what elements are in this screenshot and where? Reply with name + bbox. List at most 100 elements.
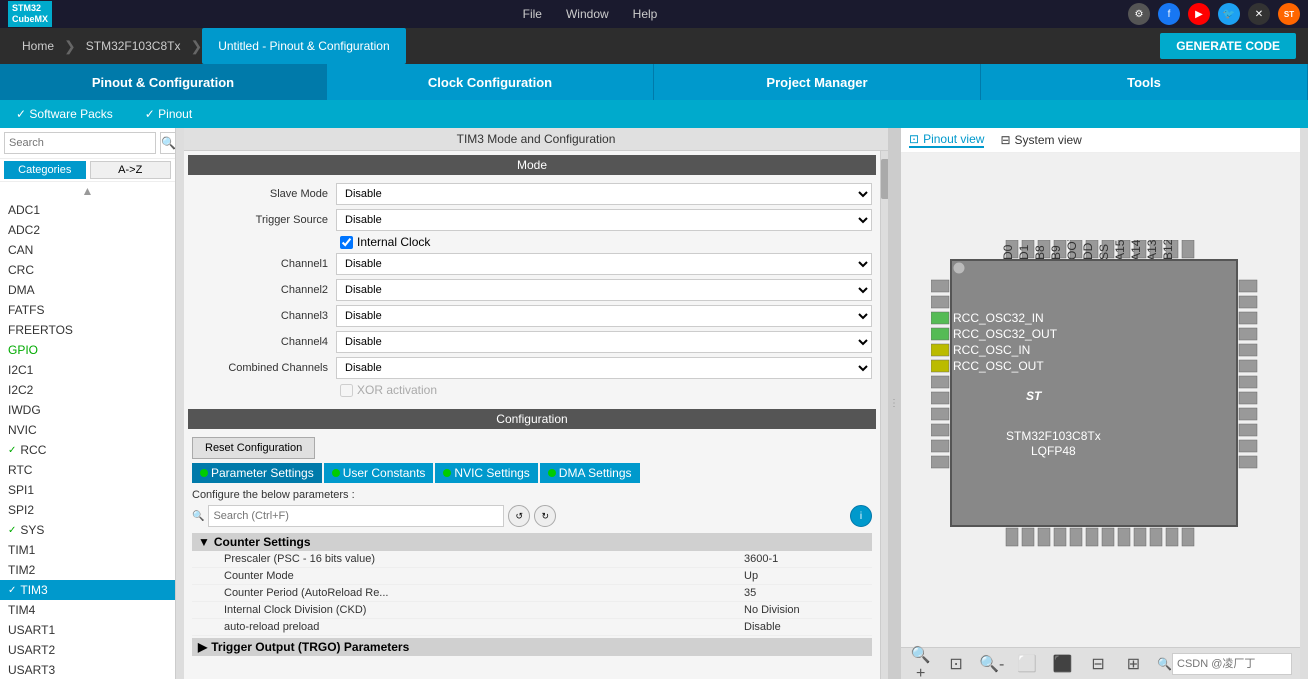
sidebar-item-usart1[interactable]: USART1 [0,620,175,640]
toolbar-search-input[interactable] [1172,653,1292,675]
reset-search-btn2[interactable]: ↻ [534,505,556,527]
sidebar-divider[interactable] [176,128,184,679]
sidebar-item-adc1[interactable]: ADC1 [0,200,175,220]
tab-tools[interactable]: Tools [981,64,1308,100]
sidebar-item-dma[interactable]: DMA [0,280,175,300]
breadcrumb-chip[interactable]: STM32F103C8Tx [76,28,191,64]
settings-icon[interactable]: ⚙ [1128,3,1150,25]
params-search-input[interactable] [208,505,504,527]
sidebar-item-tim3[interactable]: ✓TIM3 [0,580,175,600]
breadcrumb-project[interactable]: Untitled - Pinout & Configuration [202,28,405,64]
sidebar-item-gpio[interactable]: GPIO [0,340,175,360]
counter-header-label: Counter Settings [214,535,311,549]
sidebar-item-adc2[interactable]: ADC2 [0,220,175,240]
sidebar-item-usart2[interactable]: USART2 [0,640,175,660]
sidebar-item-fatfs[interactable]: FATFS [0,300,175,320]
facebook-icon[interactable]: f [1158,3,1180,25]
tab-pinout-view[interactable]: ⊡ Pinout view [909,132,984,148]
reset-config-button[interactable]: Reset Configuration [192,437,315,459]
sidebar-item-tim2[interactable]: TIM2 [0,560,175,580]
main-tab-bar: Pinout & Configuration Clock Configurati… [0,64,1308,100]
search-button[interactable]: 🔍 [160,132,176,154]
user-constants-dot [332,469,340,477]
tab-project[interactable]: Project Manager [654,64,981,100]
search-input[interactable] [4,132,156,154]
sidebar-item-rtc[interactable]: RTC [0,460,175,480]
tab-pinout[interactable]: Pinout & Configuration [0,64,327,100]
youtube-icon[interactable]: ▶ [1188,3,1210,25]
layer2-button[interactable]: ⬛ [1051,652,1074,676]
channel4-select[interactable]: Disable [336,331,872,353]
tab-parameter-settings[interactable]: Parameter Settings [192,463,322,483]
xor-label: XOR activation [357,383,437,397]
scrollbar-thumb[interactable] [881,159,888,199]
trigger-collapse-icon[interactable]: ▶ [198,640,207,654]
info-icon[interactable]: i [850,505,872,527]
generate-code-button[interactable]: GENERATE CODE [1160,33,1296,59]
sidebar-item-usart3[interactable]: USART3 [0,660,175,679]
internal-clock-checkbox[interactable] [340,236,353,249]
sidebar-item-spi2[interactable]: SPI2 [0,500,175,520]
subtab-software-packs[interactable]: ✓ Software Packs [16,107,113,121]
zoom-in-button[interactable]: 🔍+ [909,652,932,676]
sidebar-item-iwdg[interactable]: IWDG [0,400,175,420]
tab-dma-settings[interactable]: DMA Settings [540,463,640,483]
sidebar-item-tim1[interactable]: TIM1 [0,540,175,560]
sidebar-item-i2c1[interactable]: I2C1 [0,360,175,380]
sidebar-item-rcc[interactable]: ✓RCC [0,440,175,460]
sidebar-item-crc[interactable]: CRC [0,260,175,280]
close-icon[interactable]: ✕ [1248,3,1270,25]
sidebar-item-tim4[interactable]: TIM4 [0,600,175,620]
twitter-icon[interactable]: 🐦 [1218,3,1240,25]
xor-checkbox[interactable] [340,384,353,397]
breadcrumb-home[interactable]: Home [12,28,64,64]
grid-button[interactable]: ⊞ [1122,652,1145,676]
reset-search-btn1[interactable]: ↺ [508,505,530,527]
zoom-out-button[interactable]: 🔍- [980,652,1004,676]
sidebar-item-sys[interactable]: ✓SYS [0,520,175,540]
tab-clock[interactable]: Clock Configuration [327,64,654,100]
right-handle[interactable] [1300,128,1308,679]
trigger-source-select[interactable]: Disable [336,209,872,231]
tab-nvic-settings[interactable]: NVIC Settings [435,463,537,483]
menu-window[interactable]: Window [566,7,609,21]
counter-collapse-icon[interactable]: ▼ [198,535,210,549]
svg-text:RCC_OSC_IN: RCC_OSC_IN [953,343,1030,357]
tab-system-view[interactable]: ⊟ System view [1000,133,1081,147]
channel3-select[interactable]: Disable [336,305,872,327]
combined-channels-select[interactable]: Disable [336,357,872,379]
channel2-select[interactable]: Disable [336,279,872,301]
content-pinout-divider[interactable]: ⋮ [888,128,900,679]
tab-az[interactable]: A->Z [90,161,172,179]
sidebar-item-freertos[interactable]: FREERTOS [0,320,175,340]
param-settings-dot [200,469,208,477]
split-button[interactable]: ⊟ [1086,652,1109,676]
layer1-button[interactable]: ⬜ [1016,652,1039,676]
slave-mode-select[interactable]: Disable [336,183,872,205]
sidebar-item-i2c2[interactable]: I2C2 [0,380,175,400]
pinout-bottom-toolbar: 🔍+ ⊡ 🔍- ⬜ ⬛ ⊟ ⊞ 🔍 [901,647,1300,679]
channel4-row: Channel4 Disable [192,331,872,353]
sidebar-collapse-arrow[interactable]: ▲ [0,182,175,200]
sidebar-search-bar: 🔍 ⚙ [0,128,175,159]
config-section-header: Configuration [188,409,876,429]
sidebar: 🔍 ⚙ Categories A->Z ▲ ADC1 ADC2 CAN CRC … [0,128,176,679]
channel2-label: Channel2 [192,284,332,296]
menu-file[interactable]: File [523,7,542,21]
tab-user-constants[interactable]: User Constants [324,463,434,483]
sidebar-item-spi1[interactable]: SPI1 [0,480,175,500]
sidebar-item-nvic[interactable]: NVIC [0,420,175,440]
fit-button[interactable]: ⊡ [944,652,967,676]
tab-categories[interactable]: Categories [4,161,86,179]
st-icon[interactable]: ST [1278,3,1300,25]
breadcrumb-sep2: ❯ [190,38,202,55]
prescaler-value: 3600-1 [744,553,864,565]
sidebar-items-list: ADC1 ADC2 CAN CRC DMA FATFS FREERTOS GPI… [0,200,175,679]
sidebar-item-can[interactable]: CAN [0,240,175,260]
menu-help[interactable]: Help [633,7,658,21]
slave-mode-label: Slave Mode [192,188,332,200]
content-scrollbar[interactable] [880,151,888,679]
channel1-select[interactable]: Disable [336,253,872,275]
subtab-pinout[interactable]: ✓ Pinout [145,107,192,121]
settings-tabs-bar: Parameter Settings User Constants NVIC S… [184,463,880,483]
